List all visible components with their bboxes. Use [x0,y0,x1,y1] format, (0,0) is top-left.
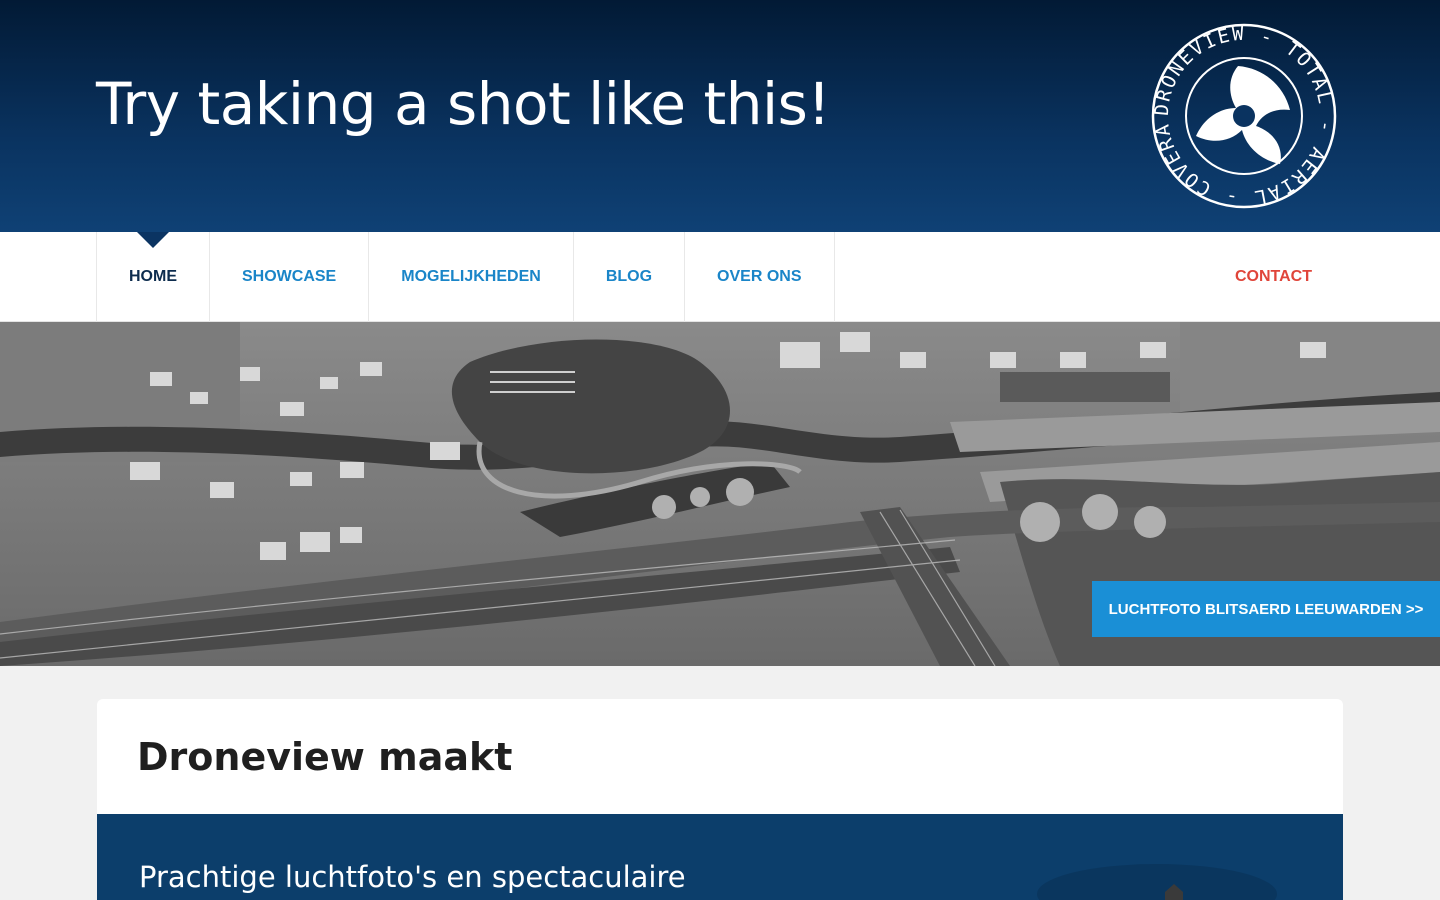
logo-emblem-icon: DRONEVIEW - TOTAL - AERIAL - COVERAGE - [1143,5,1337,209]
header: Try taking a shot like this! DRONEVIEW -… [0,0,1440,232]
nav-item-label: OVER ONS [717,268,802,285]
nav-item-label: MOGELIJKHEDEN [401,268,541,285]
droneview-logo[interactable]: DRONEVIEW - TOTAL - AERIAL - COVERAGE - [1143,5,1338,210]
page-headline: Try taking a shot like this! [96,70,831,138]
band-decoration-image [1037,864,1277,900]
intro-band-text: Prachtige luchtfoto's en spectaculaire [139,860,686,894]
intro-band: Prachtige luchtfoto's en spectaculaire [97,814,1343,900]
nav-item-mogelijkheden[interactable]: MOGELIJKHEDEN [368,232,573,322]
hero-cta-button[interactable]: LUCHTFOTO BLITSAERD LEEUWARDEN >> [1092,581,1440,637]
active-pointer-icon [137,232,169,248]
section-title: Droneview maakt [137,735,513,779]
nav-item-home[interactable]: HOME [96,232,209,322]
nav-item-label: SHOWCASE [242,268,337,285]
main-navigation: HOME SHOWCASE MOGELIJKHEDEN BLOG OVER ON… [0,232,1440,322]
nav-item-over-ons[interactable]: OVER ONS [684,232,835,322]
nav-item-contact[interactable]: CONTACT [1235,232,1312,322]
nav-item-label: HOME [129,268,177,285]
nav-item-blog[interactable]: BLOG [572,232,684,322]
intro-card: Droneview maakt Prachtige luchtfoto's en… [97,699,1343,900]
nav-item-label: BLOG [605,268,653,285]
nav-menu: HOME SHOWCASE MOGELIJKHEDEN BLOG OVER ON… [96,232,835,322]
nav-item-showcase[interactable]: SHOWCASE [209,232,368,322]
